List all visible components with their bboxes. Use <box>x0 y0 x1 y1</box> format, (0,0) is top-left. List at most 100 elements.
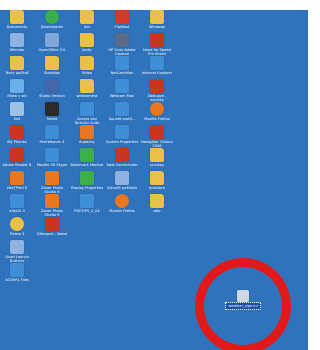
desktop-icon[interactable]: Picasa 3 <box>2 217 32 236</box>
desktop-icon-label: ACDVRL Files <box>5 278 29 282</box>
desktop-icon-label: JDownloader <box>40 25 64 29</box>
bookmark-icon <box>80 148 94 162</box>
desktop-icon[interactable]: Access bez Director Suite <box>72 102 102 125</box>
desktop-icon[interactable]: Místa v síti <box>2 79 32 98</box>
desktop-icon[interactable]: webkamera <box>72 79 102 98</box>
desktop-icon-label: Webcam Max <box>109 94 135 98</box>
desktop-icon-label: eXeLIS 0 <box>9 209 25 213</box>
access-icon <box>80 102 94 116</box>
desktop-icon[interactable]: Stanislav <box>37 56 67 75</box>
desktop-icon-label: Total Commander <box>106 163 138 167</box>
folder-icon <box>80 33 94 47</box>
selected-desktop-icon[interactable]: weather_sign.ini <box>225 290 261 311</box>
desktop-icon-label: zábr <box>153 209 161 213</box>
desktop-icon-label: Kid <box>84 25 90 29</box>
desktop-icon[interactable]: Adobe Reader 8 <box>2 148 32 167</box>
desktop-icon-label: Texty počítač <box>5 71 29 75</box>
desktop-icon[interactable]: Kid <box>72 10 102 29</box>
desktop-icon[interactable]: Bookmark Monitor <box>70 148 104 167</box>
desktop-icon[interactable]: Zoner Photo Studio 9 <box>37 194 67 217</box>
folder-icon <box>150 171 164 185</box>
total-commander-icon <box>115 148 129 162</box>
desktop-icon[interactable]: Mozilla Firefox <box>107 194 137 213</box>
desktop-icon[interactable]: Internet Explorer <box>142 56 172 75</box>
pc-icon <box>150 125 164 139</box>
desktop-icon-label: PeerWeaver 4 <box>39 140 65 144</box>
desktop[interactable]: weather_sign.ini Dokumenty JDownloader Kid… <box>0 10 308 350</box>
shortcut-icon <box>45 217 59 231</box>
desktop-icon-label: eXeTPrint 0 <box>6 186 28 190</box>
desktop-icon-label: PDFZIPS_2_04 <box>74 209 100 213</box>
desktop-icon[interactable]: System Properties <box>106 125 138 144</box>
picasa-icon <box>10 217 24 231</box>
desktop-icon[interactable]: Video <box>72 56 102 75</box>
flipmast-icon <box>115 10 129 24</box>
desktop-icon[interactable]: Mozilla SR Skype <box>37 148 67 167</box>
desktop-icon-label: Mozilla Firefox <box>144 117 170 121</box>
adobe-reader-icon <box>10 148 24 162</box>
desktop-icon[interactable]: scruboy <box>142 148 172 167</box>
desktop-icon[interactable]: eXeLIS 0 <box>2 194 32 213</box>
desktop-icon[interactable]: Tablet <box>37 102 67 121</box>
desktop-icon[interactable]: Quad Launch Buttons <box>2 240 32 263</box>
desktop-icon-label: Dokumenty <box>6 25 28 29</box>
desktop-icon[interactable]: Vytvořit počítače <box>107 171 137 190</box>
desktop-icon[interactable]: PeerWeaver 4 <box>37 125 67 144</box>
desktop-icon[interactable]: Zoner Photo Studio 9 <box>37 171 67 194</box>
desktop-icon[interactable]: Windows <box>142 10 172 29</box>
desktop-icon[interactable]: Need for Speed Pro Street <box>142 33 172 56</box>
desktop-icon[interactable]: PDFZIPS_2_04 <box>72 194 102 213</box>
desktop-icon[interactable]: Texty počítač <box>2 56 32 75</box>
desktop-icon-label: Vytvořit počítače <box>106 186 138 190</box>
desktop-icon-label: Display Properties <box>70 186 104 190</box>
desktop-icon[interactable]: OpenOffice 3.0 <box>37 33 67 52</box>
desktop-icon[interactable]: Total Commander <box>106 148 138 167</box>
desktop-icon[interactable]: zábr <box>142 194 172 213</box>
studio-icon <box>45 79 59 93</box>
desktop-icon[interactable]: Navigátor ČEskou 2008 <box>141 125 173 148</box>
selected-icon-label: weather_sign.ini <box>225 301 261 311</box>
network-places-icon <box>10 79 24 93</box>
desktop-icon[interactable]: Koš <box>2 102 32 121</box>
desktop-icon[interactable]: Zástupce - Noise <box>37 217 67 236</box>
desktop-icon-label: Windows <box>148 25 166 29</box>
desktop-icon[interactable]: Zástupce - novinky <box>142 79 172 102</box>
desktop-icon[interactable]: Spustit profil... <box>107 102 137 121</box>
desktop-icon[interactable]: ACDVRL Files <box>2 263 32 282</box>
desktop-icon[interactable]: Display Properties <box>70 171 104 190</box>
desktop-icon[interactable]: Jacky <box>72 33 102 52</box>
desktop-icon-label: scruboy <box>149 163 165 167</box>
app-icon <box>10 194 24 208</box>
tablet-icon <box>45 102 59 116</box>
desktop-icon[interactable]: JDownloader <box>37 10 67 29</box>
desktop-icon-label: Adobe Reader 8 <box>2 163 32 167</box>
desktop-icon[interactable]: NetCashMen <box>107 56 137 75</box>
desktop-icon[interactable]: Instalace <box>142 171 172 190</box>
desktop-icon[interactable]: Audacity <box>72 125 102 144</box>
pdf-zip-icon <box>80 194 94 208</box>
desktop-icon[interactable]: Dokumenty <box>2 10 32 29</box>
launcher-icon <box>10 240 24 254</box>
desktop-icon[interactable]: Wiimote <box>2 33 32 52</box>
screen-top-strip <box>0 0 308 10</box>
peerweaver-icon <box>45 125 59 139</box>
desktop-icon[interactable]: eXeTPrint 0 <box>2 171 32 190</box>
openoffice-icon <box>45 33 59 47</box>
folder-icon <box>150 194 164 208</box>
desktop-icon[interactable]: FlipMast <box>107 10 137 29</box>
desktop-icon-label: Stanislav <box>43 71 61 75</box>
firefox-icon <box>115 194 129 208</box>
scanner-icon <box>115 33 129 47</box>
desktop-icon[interactable]: My Phones <box>2 125 32 144</box>
desktop-icon-label: FlipMast <box>114 25 130 29</box>
desktop-icon-label: Mozilla SR Skype <box>36 163 68 167</box>
firefox-icon <box>150 102 164 116</box>
desktop-icon[interactable]: Mozilla Firefox <box>142 102 172 121</box>
jdownloader-icon <box>45 10 59 24</box>
desktop-icon[interactable]: Webcam Max <box>107 79 137 98</box>
desktop-icon[interactable]: Studio Version <box>37 79 67 98</box>
desktop-icon[interactable]: HP Scan Adobe Capture <box>107 33 137 56</box>
folder-icon <box>80 56 94 70</box>
windows-icon <box>150 10 164 24</box>
acd-icon <box>10 263 24 277</box>
